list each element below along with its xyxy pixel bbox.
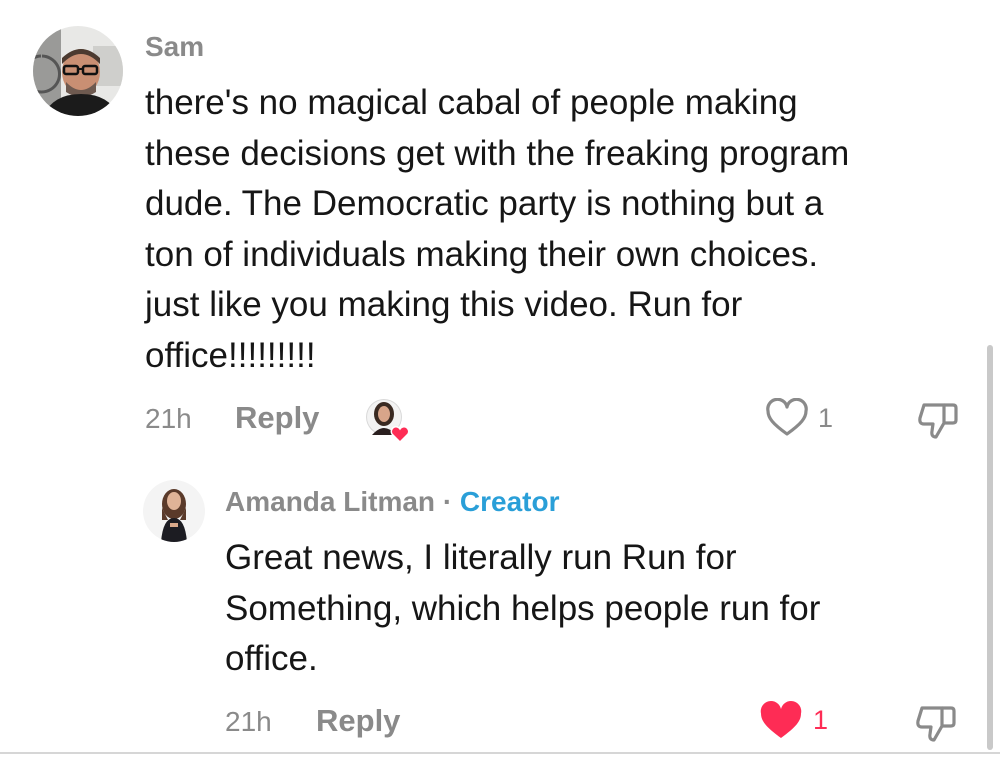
comment-dislike-button[interactable]: [916, 397, 960, 441]
comment-text-line: dude. The Democratic party is nothing bu…: [145, 184, 824, 223]
sam-avatar[interactable]: [33, 26, 123, 116]
comment-timestamp: 21h: [145, 403, 192, 434]
heart-filled-icon: [760, 701, 802, 738]
reply-text: Great news, I literally run Run for Some…: [225, 533, 820, 685]
username-separator: ·: [442, 486, 453, 517]
reply-like-button[interactable]: [758, 700, 804, 742]
comments-panel: Sam there's no magical cabal of people m…: [0, 0, 1000, 763]
reply-text-line: office.: [225, 639, 318, 678]
creator-badge: Creator: [459, 486, 560, 517]
reply-timestamp: 21h: [225, 706, 272, 737]
reply-username[interactable]: Amanda Litman: [225, 486, 435, 517]
creator-liked-badge: [365, 397, 415, 444]
heart-filled-icon: [390, 426, 410, 444]
amanda-avatar[interactable]: [143, 480, 205, 542]
comment-text-line: these decisions get with the freaking pr…: [145, 133, 850, 173]
thumbs-down-icon: [916, 706, 956, 742]
reply-reply-button[interactable]: Reply: [316, 703, 400, 739]
reply-text-line: Great news, I literally run Run for: [225, 538, 737, 577]
reply-like-count: 1: [813, 705, 829, 735]
comment-text: there's no magical cabal of people makin…: [145, 78, 849, 381]
comment-username[interactable]: Sam: [145, 31, 204, 63]
comment-like-count: 1: [818, 403, 834, 433]
thumbs-down-icon: [918, 403, 958, 439]
comment-text-line: ton of individuals making their own choi…: [145, 234, 819, 274]
heart-outline-icon: [766, 397, 808, 436]
comment-like-button[interactable]: [765, 397, 809, 438]
comment-reply-button[interactable]: Reply: [235, 400, 319, 436]
divider: [0, 752, 1000, 754]
comment-text-line: there's no magical cabal of people makin…: [145, 83, 798, 122]
comment-text-line: office!!!!!!!!!: [145, 335, 316, 375]
reply-text-line: Something, which helps people run for: [225, 588, 821, 628]
scrollbar[interactable]: [987, 345, 993, 750]
comment-text-line: just like you making this video. Run for: [145, 285, 743, 324]
reply-username-line: Amanda Litman · Creator: [225, 486, 560, 518]
reply-dislike-button[interactable]: [914, 700, 958, 744]
